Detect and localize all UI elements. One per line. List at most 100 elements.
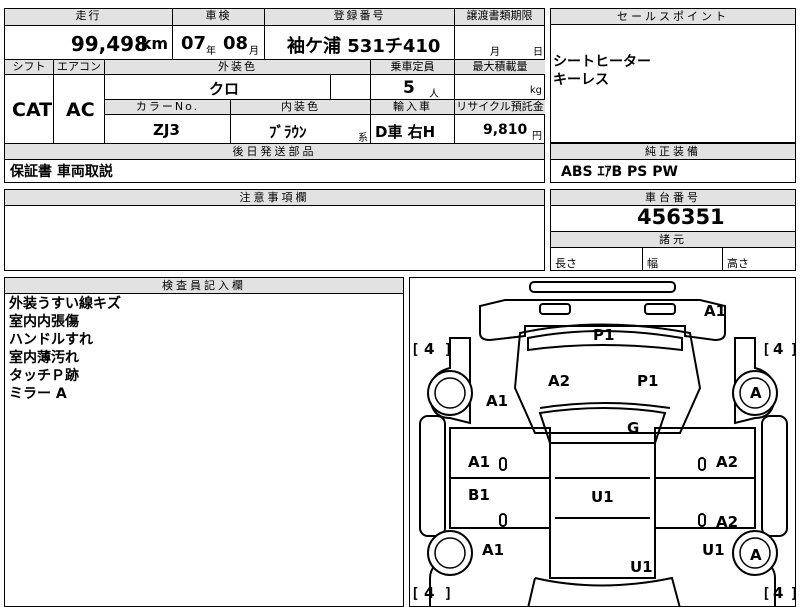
damage-mark: A [750, 546, 762, 564]
load-unit: kg [529, 85, 542, 96]
mileage-value: 99,498 [70, 32, 148, 56]
ac-value: AC [66, 99, 95, 121]
capacity-unit: 人 [429, 89, 439, 100]
mileage-cell: 99,498 km [5, 26, 173, 60]
registration-value: 袖ケ浦 531チ410 [287, 36, 441, 57]
capacity-value: 5 [403, 78, 415, 98]
registration-cell: 袖ケ浦 531チ410 [265, 26, 455, 60]
recycle-value: 9,810 [483, 122, 528, 138]
chassis-label: 車台番号 [551, 190, 795, 206]
color-no-cell: ZJ3 [105, 115, 231, 145]
inspector-list: 外装うすい線キズ 室内内張傷 ハンドルすれ 室内薄汚れ タッチＰ跡 ミラー A [9, 295, 121, 403]
list-item: ハンドルすれ [9, 332, 93, 348]
damage-mark: A1 [486, 392, 509, 410]
mileage-label: 走行 [5, 9, 173, 26]
ac-label: エアコン [54, 60, 105, 75]
recycle-label: リサイクル預託金 [455, 100, 545, 115]
dims-width-label: 幅 [647, 257, 658, 270]
damage-mark: P1 [637, 372, 659, 390]
interior-value: ﾌﾞﾗｳﾝ [269, 123, 307, 141]
transfer-deadline-label: 譲渡書類期限 [455, 9, 545, 26]
damage-mark: U1 [702, 541, 725, 559]
damage-mark: A [750, 384, 762, 402]
notes-box: 注意事項欄 [4, 189, 545, 271]
dims-height-label: 高さ [727, 257, 749, 270]
shift-cell: CAT [5, 75, 54, 145]
damage-mark: G [627, 419, 640, 437]
max-load-label: 最大積載量 [455, 60, 545, 75]
transfer-cell: 月 日 [455, 26, 545, 60]
load-cell: kg [455, 75, 545, 100]
tire-front-right-value: 4 [773, 340, 784, 358]
list-item: キーレス [553, 72, 609, 88]
damage-mark: A2 [548, 372, 571, 390]
dims-height-cell: 高さ [723, 247, 796, 271]
import-label: 輸入車 [371, 100, 455, 115]
year-unit: 年 [206, 46, 216, 57]
car-diagram-box: [] [] [] [] 4 4 4 4 A1 P1 A2 P1 A1 A G A… [409, 277, 796, 607]
list-item: ミラー A [9, 386, 67, 402]
selling-points-list: シートヒーター キーレス [553, 53, 651, 89]
list-item: 室内薄汚れ [9, 350, 79, 366]
vehicle-info-grid: 走行 車検 登録番号 譲渡書類期限 99,498 km 07 年 08 月 袖ケ… [4, 8, 545, 145]
tire-rear-right-value: 4 [773, 584, 784, 602]
svg-text:[: [ [411, 342, 419, 358]
interior-unit: 系 [358, 133, 368, 144]
list-item: 室内内張傷 [9, 314, 79, 330]
color-no-value: ZJ3 [153, 121, 180, 139]
list-item: タッチＰ跡 [9, 368, 79, 384]
color-no-label: カラーNo. [105, 100, 231, 115]
damage-mark: U1 [630, 558, 653, 576]
inspection-year: 07 [181, 33, 207, 54]
svg-text:]: ] [790, 342, 796, 358]
capacity-cell: 5 人 [371, 75, 455, 100]
transfer-day-unit: 日 [533, 47, 543, 58]
transfer-month-unit: 月 [490, 47, 500, 58]
equipment-box: 純正装備 ABS ｴｱB PS PW [550, 143, 796, 183]
color-extra-cell [331, 75, 371, 100]
list-item: 外装うすい線キズ [9, 296, 121, 312]
inspection-month: 08 [223, 33, 249, 54]
interior-cell: ﾌﾞﾗｳﾝ 系 [231, 115, 371, 145]
recycle-cell: 9,810 円 [455, 115, 545, 145]
list-item: シートヒーター [553, 54, 651, 70]
svg-text:]: ] [444, 342, 452, 358]
color-value: クロ [209, 80, 240, 98]
damage-mark: U1 [591, 488, 614, 506]
import-value: D車 右H [375, 123, 436, 141]
equipment-value: ABS ｴｱB PS PW [561, 164, 678, 180]
registration-label: 登録番号 [265, 9, 455, 26]
damage-mark: B1 [468, 486, 490, 504]
inspector-label: 検査員記入欄 [5, 278, 403, 294]
selling-points-label: セールスポイント [551, 9, 795, 25]
equipment-label: 純正装備 [551, 144, 795, 160]
chassis-box: 車台番号 456351 諸元 長さ 幅 高さ [550, 189, 796, 271]
shift-label: シフト [5, 60, 54, 75]
later-parts-box: 後日発送部品 保証書 車両取説 [4, 143, 545, 183]
svg-text:[: [ [762, 342, 770, 358]
damage-mark: A2 [716, 513, 739, 531]
import-cell: D車 右H [371, 115, 455, 145]
mileage-unit: km [140, 34, 168, 53]
damage-mark: P1 [593, 326, 615, 344]
capacity-label: 乗車定員 [371, 60, 455, 75]
chassis-value: 456351 [637, 205, 725, 229]
color-label: 外装色 [105, 60, 371, 75]
damage-mark: A2 [716, 453, 739, 471]
shift-value: CAT [12, 99, 53, 121]
dims-length-label: 長さ [555, 257, 577, 270]
inspection-label: 車検 [173, 9, 265, 26]
damage-mark: A1 [468, 453, 491, 471]
inspection-cell: 07 年 08 月 [173, 26, 265, 60]
recycle-unit: 円 [532, 131, 542, 142]
selling-points-box: セールスポイント シートヒーター キーレス [550, 8, 796, 143]
damage-mark: A1 [704, 302, 727, 320]
ac-cell: AC [54, 75, 105, 145]
interior-label: 内装色 [231, 100, 371, 115]
dims-label: 諸元 [551, 231, 795, 248]
damage-mark: A1 [482, 541, 505, 559]
later-parts-value: 保証書 車両取説 [10, 164, 113, 180]
tire-front-left-value: 4 [424, 340, 435, 358]
dims-length-cell: 長さ [551, 247, 643, 271]
dims-width-cell: 幅 [643, 247, 723, 271]
